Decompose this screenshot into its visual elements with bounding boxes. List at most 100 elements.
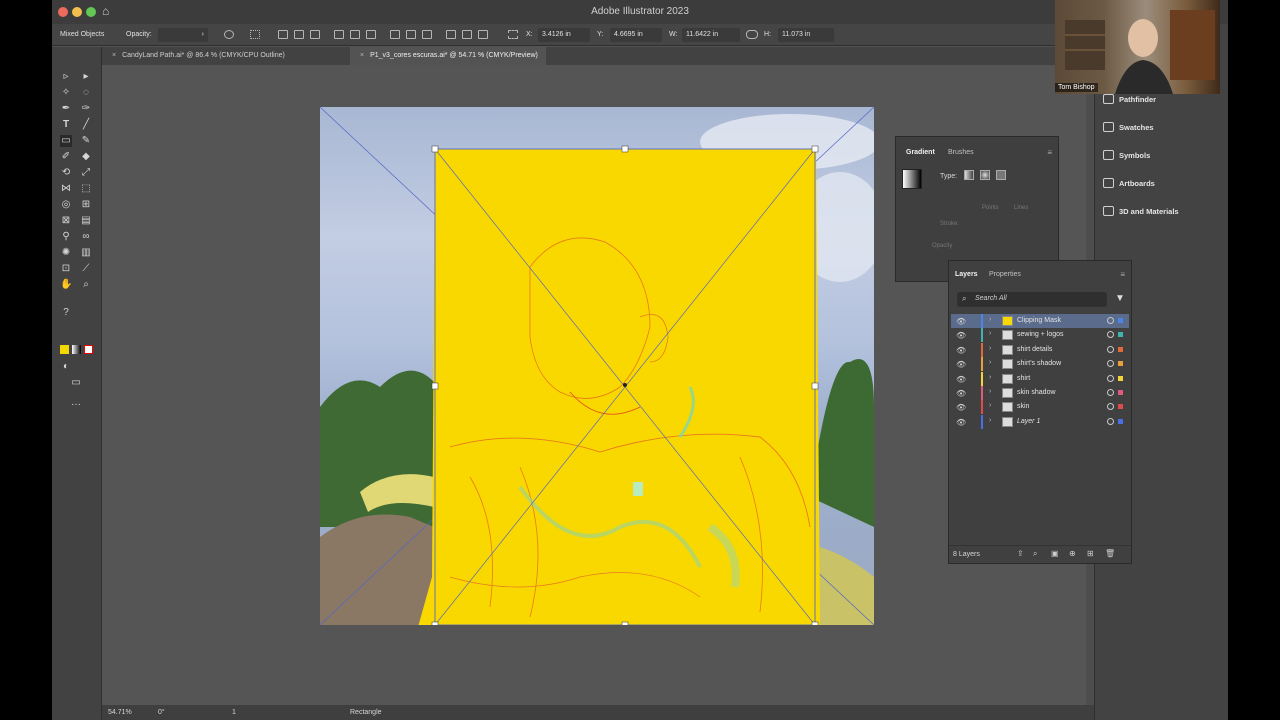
expand-chevron-icon[interactable]: ›: [989, 345, 991, 352]
selection-indicator[interactable]: [1118, 332, 1123, 338]
target-circle-icon[interactable]: [1107, 317, 1114, 324]
selection-tool-icon[interactable]: ▹: [60, 71, 72, 83]
layer-row[interactable]: 👁 › shirt: [951, 371, 1129, 386]
new-sublayer-icon[interactable]: ⊕: [1069, 549, 1076, 558]
layer-row[interactable]: 👁 › skin shadow: [951, 386, 1129, 400]
expand-chevron-icon[interactable]: ›: [989, 402, 991, 409]
target-circle-icon[interactable]: [1107, 403, 1114, 411]
artboard[interactable]: [320, 107, 874, 625]
align-middle-icon[interactable]: [350, 30, 360, 39]
eraser-tool-icon[interactable]: ◆: [80, 151, 92, 163]
selection-indicator[interactable]: [1118, 375, 1123, 381]
draw-normal-icon[interactable]: ◐: [60, 361, 72, 373]
visibility-eye-icon[interactable]: 👁: [956, 317, 966, 326]
expand-chevron-icon[interactable]: ›: [989, 330, 991, 337]
shape-builder-tool-icon[interactable]: ◎: [60, 199, 72, 211]
distribute-left-icon[interactable]: [446, 30, 456, 39]
magic-wand-tool-icon[interactable]: ✧: [60, 87, 72, 99]
layer-row[interactable]: 👁 › sewing + logos: [951, 328, 1129, 343]
layer-row[interactable]: 👁 › skin: [951, 400, 1129, 415]
free-transform-tool-icon[interactable]: ⬚: [80, 183, 92, 195]
expand-chevron-icon[interactable]: ›: [989, 359, 991, 366]
close-tab-icon[interactable]: ×: [360, 52, 364, 59]
visibility-eye-icon[interactable]: 👁: [956, 418, 966, 427]
selection-indicator[interactable]: [1118, 390, 1123, 395]
freeform-gradient-icon[interactable]: [996, 170, 1006, 180]
screen-mode-icon[interactable]: ▭: [70, 377, 82, 389]
dock-symbols[interactable]: Symbols: [1101, 144, 1225, 166]
distribute-bottom-icon[interactable]: [422, 30, 432, 39]
lines-option[interactable]: Lines: [1014, 205, 1028, 211]
paintbrush-tool-icon[interactable]: ✎: [80, 135, 92, 147]
target-circle-icon[interactable]: [1107, 345, 1114, 353]
visibility-eye-icon[interactable]: 👁: [956, 360, 966, 369]
dock-swatches[interactable]: Swatches: [1101, 116, 1225, 138]
linear-gradient-icon[interactable]: [964, 170, 974, 180]
layer-name[interactable]: skin shadow: [1017, 389, 1056, 396]
w-field[interactable]: 11.6422 in: [682, 28, 740, 42]
fill-swatch[interactable]: [60, 345, 69, 354]
slice-tool-icon[interactable]: ⟋: [80, 263, 92, 275]
align-right-icon[interactable]: [310, 30, 320, 39]
target-circle-icon[interactable]: [1107, 389, 1114, 396]
visibility-eye-icon[interactable]: 👁: [956, 403, 966, 412]
selection-indicator[interactable]: [1118, 361, 1123, 367]
close-tab-icon[interactable]: ×: [112, 52, 116, 59]
distribute-right-icon[interactable]: [478, 30, 488, 39]
distribute-top-icon[interactable]: [390, 30, 400, 39]
gradient-preview[interactable]: [902, 169, 922, 189]
gradient-swatch[interactable]: [72, 345, 81, 354]
layer-name[interactable]: shirt details: [1017, 346, 1052, 353]
layer-name[interactable]: skin: [1017, 403, 1029, 410]
tab-layers[interactable]: Layers: [955, 271, 978, 278]
locate-object-icon[interactable]: ⌕: [1033, 549, 1037, 559]
reference-point-icon[interactable]: [508, 30, 518, 39]
rotate-tool-icon[interactable]: ⟲: [60, 167, 72, 179]
eyedropper-tool-icon[interactable]: ⚲: [60, 231, 72, 243]
export-icon[interactable]: ⇪: [1017, 549, 1024, 558]
rotation-value[interactable]: 0°: [158, 709, 165, 716]
rectangle-tool-icon[interactable]: ▭: [60, 135, 72, 147]
perspective-grid-tool-icon[interactable]: ⊞: [80, 199, 92, 211]
tab-properties[interactable]: Properties: [989, 271, 1021, 278]
dock-3d-materials[interactable]: 3D and Materials: [1101, 200, 1225, 222]
layers-search-input[interactable]: ⌕ Search All: [957, 292, 1107, 307]
line-tool-icon[interactable]: ╱: [80, 119, 92, 131]
recolor-icon[interactable]: [224, 30, 234, 39]
tab-candyland[interactable]: × CandyLand Path.ai* @ 86.4 % (CMYK/CPU O…: [102, 47, 293, 65]
layer-name[interactable]: shirt's shadow: [1017, 360, 1061, 367]
artboard-tool-icon[interactable]: ⊡: [60, 263, 72, 275]
lasso-tool-icon[interactable]: ◌: [80, 87, 92, 99]
tab-brushes[interactable]: Brushes: [948, 149, 974, 156]
curvature-tool-icon[interactable]: ✑: [80, 103, 92, 115]
visibility-eye-icon[interactable]: 👁: [956, 346, 966, 355]
filter-icon[interactable]: ▼: [1115, 293, 1125, 304]
layer-name[interactable]: shirt: [1017, 375, 1030, 382]
radial-gradient-icon[interactable]: [980, 170, 990, 180]
target-circle-icon[interactable]: [1107, 360, 1114, 368]
layer-name[interactable]: sewing + logos: [1017, 331, 1064, 338]
target-circle-icon[interactable]: [1107, 331, 1114, 339]
make-clipping-mask-icon[interactable]: ▣: [1051, 549, 1059, 558]
artboard-number[interactable]: 1: [232, 709, 236, 716]
none-swatch[interactable]: [84, 345, 93, 354]
pen-tool-icon[interactable]: ✒: [60, 103, 72, 115]
edit-toolbar-icon[interactable]: ···: [70, 399, 82, 411]
visibility-eye-icon[interactable]: 👁: [956, 389, 966, 398]
x-field[interactable]: 3.4126 in: [538, 28, 590, 42]
visibility-eye-icon[interactable]: 👁: [956, 331, 966, 340]
delete-layer-icon[interactable]: 🗑: [1105, 549, 1115, 558]
expand-chevron-icon[interactable]: ›: [989, 388, 991, 395]
scale-tool-icon[interactable]: ⤢: [80, 167, 92, 179]
type-tool-icon[interactable]: T: [60, 119, 72, 131]
symbol-sprayer-tool-icon[interactable]: ✺: [60, 247, 72, 259]
opacity-field[interactable]: ›: [158, 28, 208, 42]
help-icon[interactable]: ?: [60, 307, 72, 319]
distribute-center-icon[interactable]: [406, 30, 416, 39]
layer-row[interactable]: 👁 › Layer 1: [951, 414, 1129, 429]
points-option[interactable]: Points: [982, 205, 999, 211]
layer-row[interactable]: 👁 › Clipping Mask: [951, 314, 1129, 328]
zoom-level[interactable]: 54.71%: [108, 709, 132, 716]
width-tool-icon[interactable]: ⋈: [60, 183, 72, 195]
blend-tool-icon[interactable]: ∞: [80, 231, 92, 243]
